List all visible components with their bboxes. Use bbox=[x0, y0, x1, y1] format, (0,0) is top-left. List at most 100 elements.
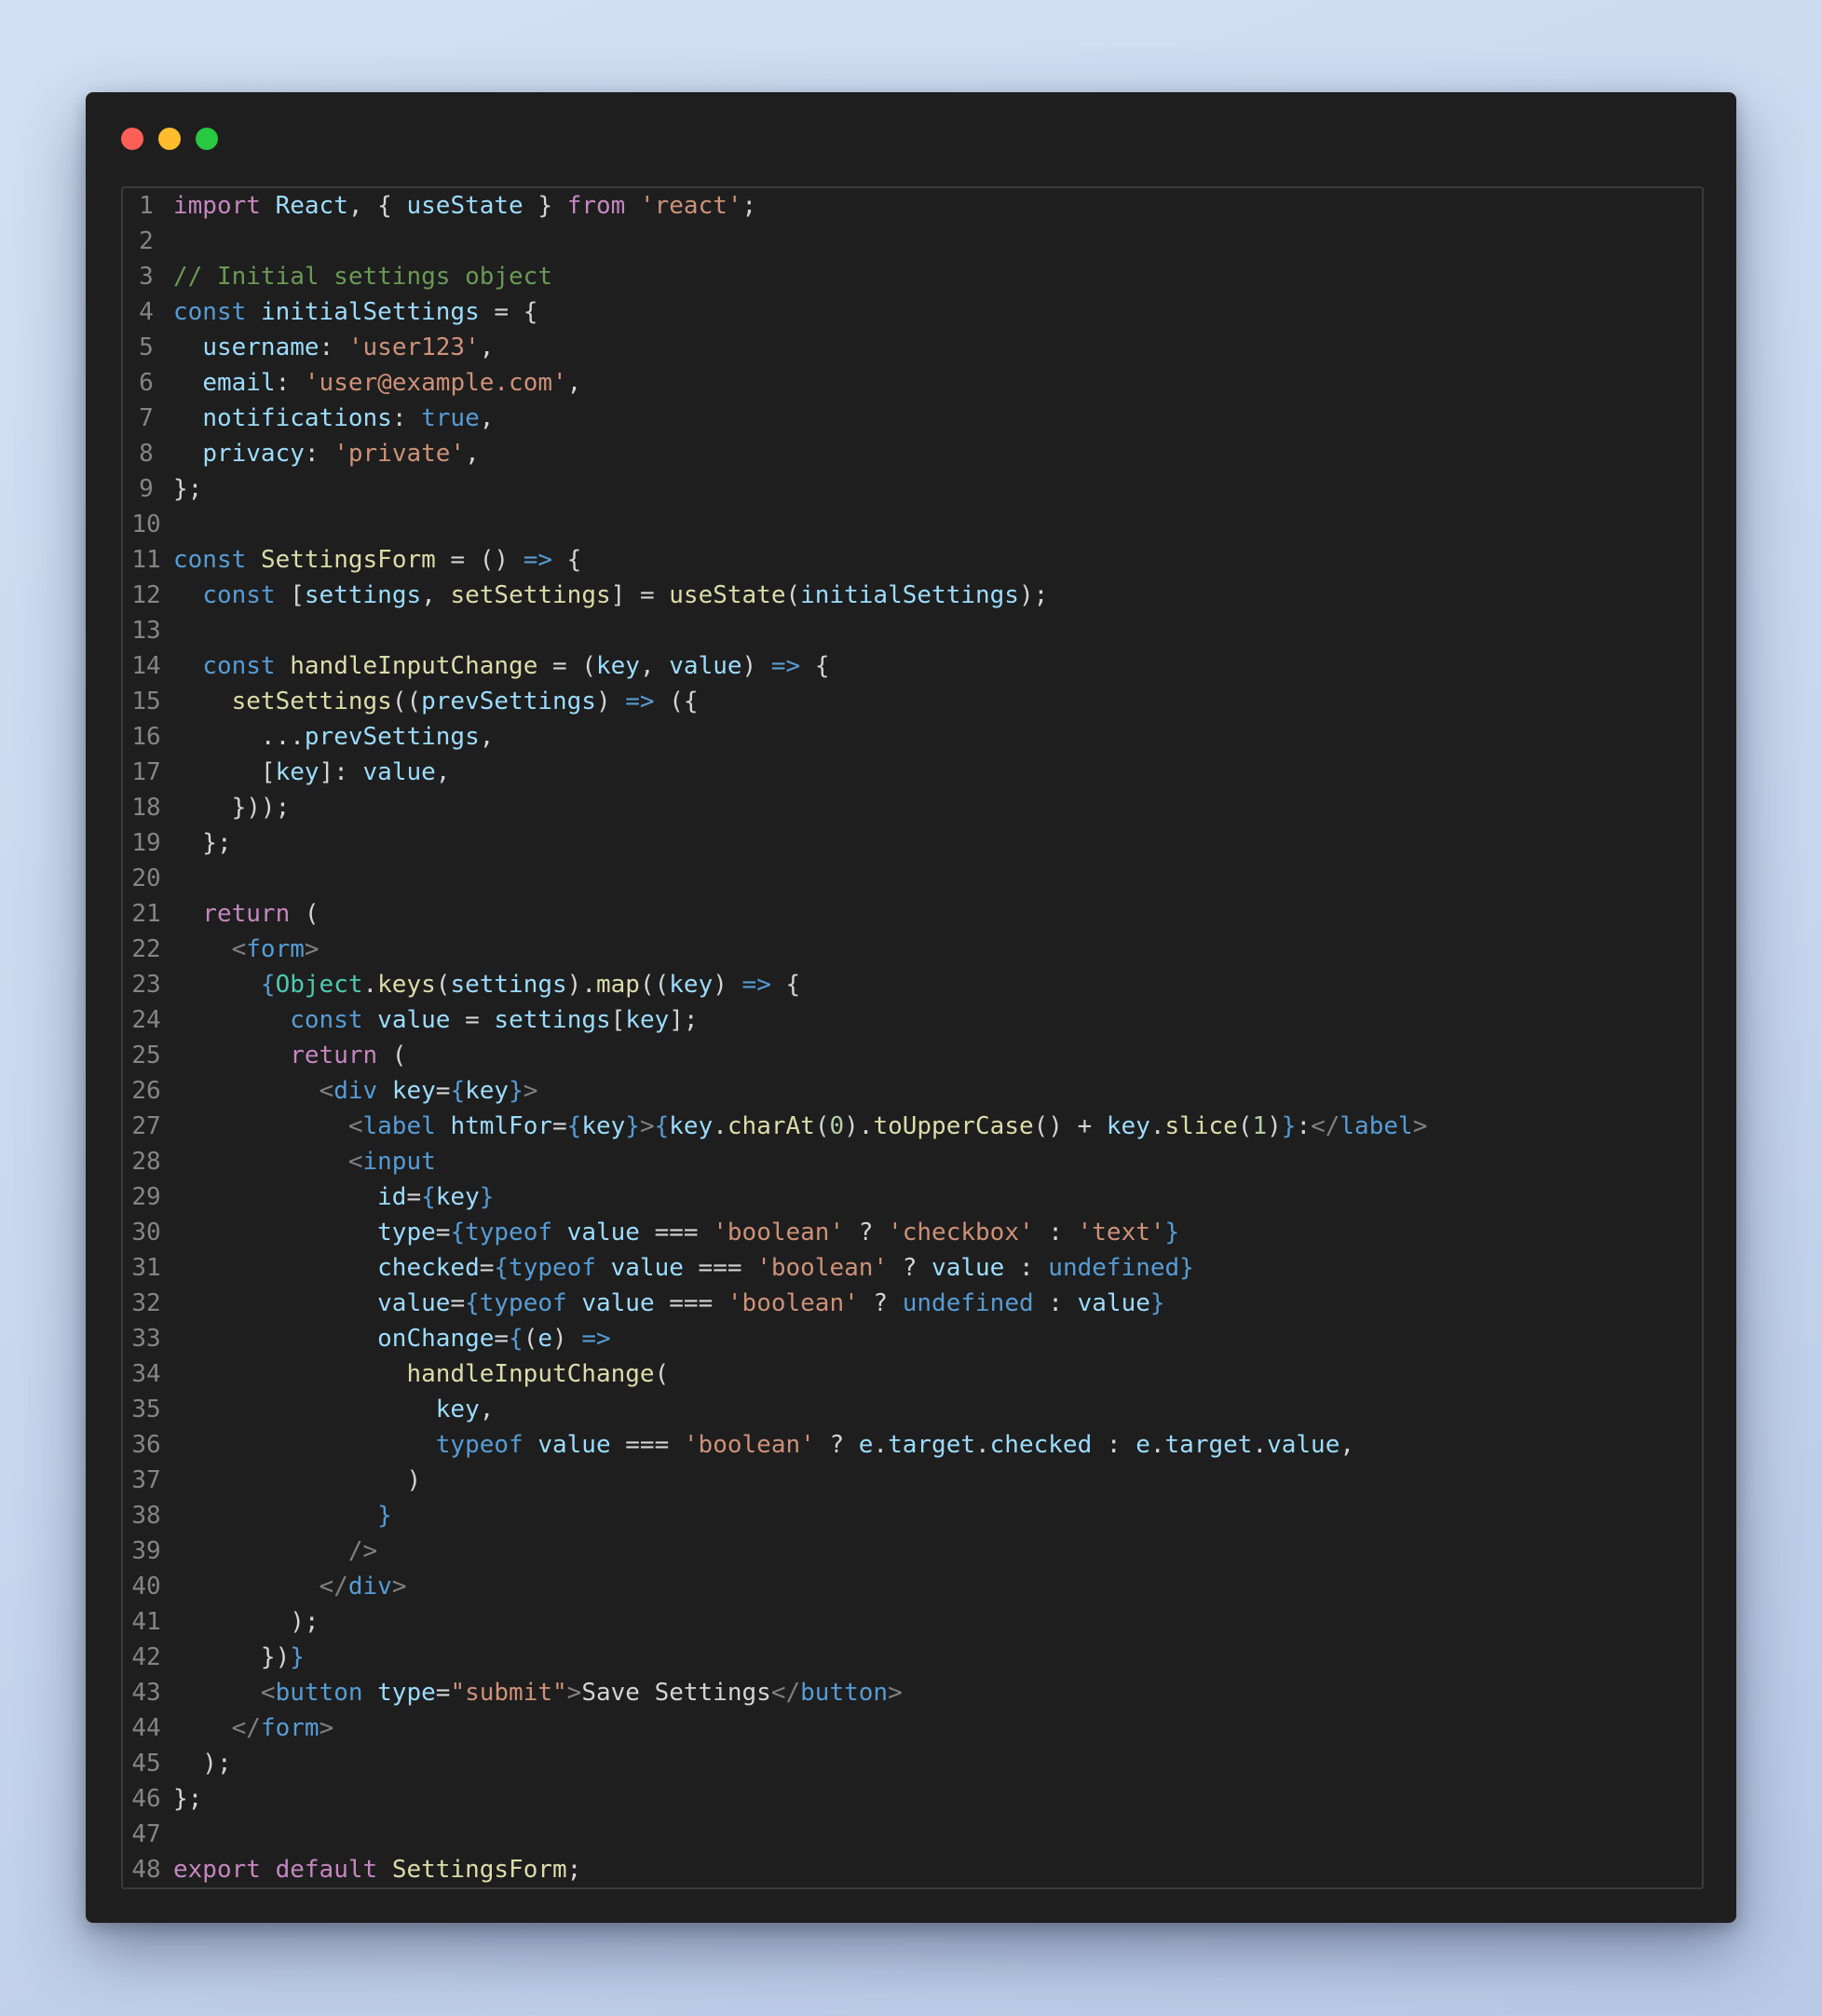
line-code: [key]: value, bbox=[173, 755, 451, 790]
line-code: onChange={(e) => bbox=[173, 1321, 611, 1356]
code-token: ]; bbox=[669, 1006, 699, 1034]
code-line: 21 return ( bbox=[123, 896, 1702, 932]
line-number: 36 bbox=[131, 1431, 161, 1459]
code-token: charAt bbox=[727, 1112, 815, 1140]
code-line: 2 bbox=[123, 224, 1702, 259]
code-token: key bbox=[435, 1183, 480, 1211]
code-line: 19 }; bbox=[123, 825, 1702, 861]
code-token: const bbox=[173, 546, 247, 574]
code-token: : bbox=[391, 404, 422, 432]
code-token: } bbox=[290, 1643, 305, 1671]
line-code: ); bbox=[173, 1604, 319, 1640]
code-line: 4 const initialSettings = { bbox=[123, 294, 1702, 330]
line-code: const value = settings[key]; bbox=[173, 1002, 699, 1038]
minimize-button[interactable] bbox=[158, 128, 181, 150]
code-token: } bbox=[1149, 1289, 1165, 1317]
code-token: ? bbox=[844, 1219, 889, 1246]
code-token: 'private' bbox=[333, 440, 466, 468]
code-line: 26 <div key={key}> bbox=[123, 1073, 1702, 1109]
code-token: key bbox=[669, 971, 714, 999]
code-token: (( bbox=[391, 688, 422, 715]
code-token: [ bbox=[610, 1006, 626, 1034]
code-line: 25 return ( bbox=[123, 1038, 1702, 1073]
line-code: } bbox=[173, 1498, 392, 1533]
code-token: . bbox=[1149, 1112, 1165, 1140]
code-line: 17 [key]: value, bbox=[123, 755, 1702, 790]
code-token: value bbox=[377, 1289, 451, 1317]
code-token: const bbox=[290, 1006, 363, 1034]
code-token: checked bbox=[989, 1431, 1093, 1459]
code-line: 5 username: 'user123', bbox=[123, 330, 1702, 365]
code-token: key bbox=[581, 1112, 626, 1140]
code-token: ] = bbox=[610, 581, 670, 609]
code-token: ]: bbox=[319, 758, 363, 786]
code-token: 'user123' bbox=[347, 334, 480, 361]
code-token: type bbox=[377, 1219, 436, 1246]
line-number: 35 bbox=[131, 1396, 161, 1423]
code-token: } bbox=[479, 1183, 495, 1211]
code-token: input bbox=[362, 1148, 436, 1176]
code-token: ; bbox=[566, 1856, 582, 1884]
code-token: 'user@example.com' bbox=[304, 369, 567, 397]
code-token: 0 bbox=[829, 1112, 845, 1140]
code-token: , bbox=[435, 758, 451, 786]
code-token: e bbox=[1135, 1431, 1150, 1459]
code-token: { bbox=[260, 971, 276, 999]
code-token: typeof bbox=[435, 1431, 523, 1459]
zoom-button[interactable] bbox=[196, 128, 218, 150]
code-line: 9}; bbox=[123, 471, 1702, 507]
line-number: 17 bbox=[131, 758, 161, 786]
line-number: 1 bbox=[139, 192, 154, 220]
line-number: 7 bbox=[139, 404, 154, 432]
code-token: // Initial settings object bbox=[173, 263, 552, 291]
code-line: 29 id={key} bbox=[123, 1179, 1702, 1215]
code-token: ) bbox=[1267, 1112, 1282, 1140]
line-code: <input bbox=[173, 1144, 436, 1179]
code-line: 39 /> bbox=[123, 1533, 1702, 1569]
line-number: 38 bbox=[131, 1502, 161, 1530]
line-number: 5 bbox=[139, 334, 154, 361]
close-button[interactable] bbox=[121, 128, 143, 150]
line-code: <label htmlFor={key}>{key.charAt(0).toUp… bbox=[173, 1109, 1428, 1144]
line-number: 19 bbox=[131, 829, 161, 857]
code-line: 34 handleInputChange( bbox=[123, 1356, 1702, 1392]
code-token: 'checkbox' bbox=[888, 1219, 1034, 1246]
code-token: onChange bbox=[377, 1325, 495, 1353]
code-token: value bbox=[1077, 1289, 1150, 1317]
code-line: 10 bbox=[123, 507, 1702, 542]
line-number: 13 bbox=[131, 617, 161, 645]
code-token: ? bbox=[888, 1254, 932, 1282]
line-number: 25 bbox=[131, 1042, 161, 1069]
code-token: { bbox=[800, 652, 830, 680]
code-token: : bbox=[1004, 1254, 1049, 1282]
line-number: 11 bbox=[131, 546, 161, 574]
code-token: key bbox=[435, 1396, 480, 1423]
code-editor[interactable]: 1 import React, { useState } from 'react'… bbox=[121, 186, 1704, 1889]
code-token: => bbox=[581, 1325, 611, 1353]
code-token: useState bbox=[406, 192, 523, 220]
line-number: 2 bbox=[139, 227, 154, 255]
code-token: = bbox=[494, 1325, 510, 1353]
code-token: < bbox=[319, 1077, 334, 1105]
code-line: 6 email: 'user@example.com', bbox=[123, 365, 1702, 401]
code-token: settings bbox=[304, 581, 422, 609]
line-code: // Initial settings object bbox=[173, 259, 552, 294]
code-token: useState bbox=[669, 581, 786, 609]
line-code: return ( bbox=[173, 896, 319, 932]
code-line: 36 typeof value === 'boolean' ? e.target… bbox=[123, 1427, 1702, 1463]
line-code: </form> bbox=[173, 1710, 334, 1746]
line-code: <div key={key}> bbox=[173, 1073, 538, 1109]
code-line: 41 ); bbox=[123, 1604, 1702, 1640]
code-token: ( bbox=[814, 1112, 830, 1140]
line-number: 39 bbox=[131, 1537, 161, 1565]
